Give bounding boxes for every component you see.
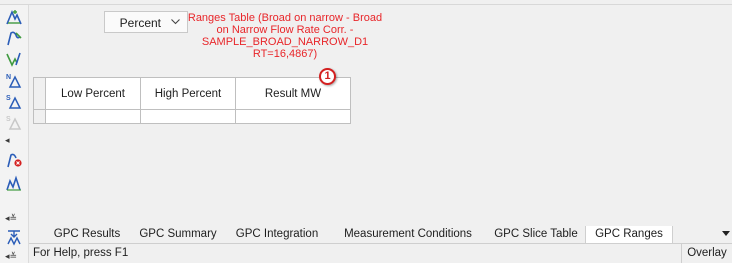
column-header-high-percent[interactable]: High Percent xyxy=(140,77,236,110)
svg-text:S: S xyxy=(6,95,11,102)
chevron-down-icon xyxy=(171,19,180,25)
tab-gpc-integration[interactable]: GPC Integration xyxy=(225,226,329,243)
units-dropdown-value: Percent xyxy=(119,16,161,30)
cell-result-mw[interactable] xyxy=(235,109,351,124)
peak-edit-icon[interactable] xyxy=(4,29,24,47)
integration-toolbar: N S S ◂ ◂≚ ◂≚ xyxy=(0,5,29,263)
tab-measurement-conditions[interactable]: Measurement Conditions xyxy=(329,226,487,243)
ranges-table-title: Ranges Table (Broad on narrow - Broad on… xyxy=(187,12,383,60)
svg-text:N: N xyxy=(6,74,11,81)
table-row xyxy=(33,109,351,124)
collapse-section-icon[interactable]: ◂≚ xyxy=(5,251,17,261)
table-header-row: Low Percent High Percent Result MW xyxy=(33,77,351,110)
peak-add-icon[interactable] xyxy=(4,8,24,26)
expand-down-icon[interactable]: ◂≚ xyxy=(5,213,17,223)
status-bar: For Help, press F1 Overlay xyxy=(29,244,732,263)
ranges-table: Low Percent High Percent Result MW xyxy=(33,77,351,124)
multi-peak-icon[interactable] xyxy=(4,174,24,192)
svg-text:S: S xyxy=(6,116,11,123)
s-delta-disabled-icon: S xyxy=(4,113,24,131)
units-dropdown[interactable]: Percent xyxy=(104,11,188,33)
tab-gpc-slice-table[interactable]: GPC Slice Table xyxy=(487,226,585,243)
status-overlay-indicator: Overlay xyxy=(681,244,732,263)
peak-valley-icon[interactable] xyxy=(4,50,24,68)
status-help-text: For Help, press F1 xyxy=(33,247,129,259)
cell-high-percent[interactable] xyxy=(140,109,236,124)
callout-marker: 1 xyxy=(319,68,336,85)
tab-gpc-ranges[interactable]: GPC Ranges xyxy=(585,226,673,243)
tab-bar: GPC Results GPC Summary GPC Integration … xyxy=(29,226,732,244)
row-header[interactable] xyxy=(33,109,46,124)
cell-low-percent[interactable] xyxy=(45,109,141,124)
tab-gpc-summary[interactable]: GPC Summary xyxy=(131,226,225,243)
peak-delete-icon[interactable] xyxy=(4,151,24,169)
collapse-left-icon[interactable]: ◂ xyxy=(5,135,10,145)
row-header-corner[interactable] xyxy=(33,77,46,110)
n-delta-icon[interactable]: N xyxy=(4,71,24,89)
column-header-low-percent[interactable]: Low Percent xyxy=(45,77,141,110)
tab-gpc-results[interactable]: GPC Results xyxy=(43,226,131,243)
tab-scroll-down-icon[interactable] xyxy=(722,231,730,236)
merge-peaks-icon[interactable] xyxy=(4,228,24,246)
ranges-pane: Percent Ranges Table (Broad on narrow - … xyxy=(29,5,732,227)
s-delta-icon[interactable]: S xyxy=(4,92,24,110)
